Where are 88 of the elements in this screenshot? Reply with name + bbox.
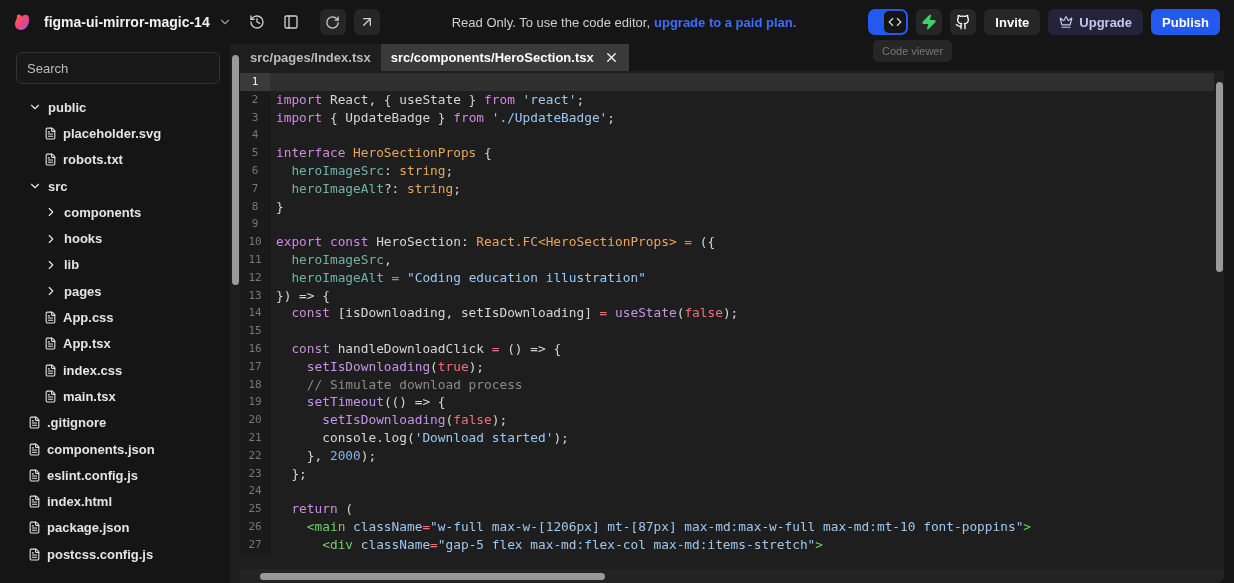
bolt-button[interactable] [916, 9, 943, 35]
publish-button[interactable]: Publish [1151, 9, 1220, 35]
code-line: const [isDownloading, setIsDownloading] = useState(false); [290, 304, 739, 323]
file-item[interactable]: index.html [28, 494, 112, 510]
file-item[interactable]: robots.txt [44, 152, 123, 168]
file-tab[interactable]: src/pages/Index.tsx [240, 44, 381, 71]
file-icon [28, 468, 41, 482]
file-icon [28, 521, 41, 535]
code-line: heroImageAlt = "Coding education illustration" [290, 268, 646, 287]
folder-item[interactable]: src [28, 178, 68, 194]
file-icon [28, 442, 41, 456]
github-button[interactable] [950, 9, 977, 35]
code-line: interface HeroSectionProps { [275, 144, 492, 162]
file-tab[interactable]: src/components/HeroSection.tsx [380, 44, 629, 71]
search-field[interactable]: Search [16, 52, 220, 84]
code-line: heroImageSrc: string; [290, 162, 454, 180]
upgrade-link[interactable]: upgrade to a paid plan. [654, 14, 797, 30]
code-line: <div className="gap-5 flex max-md:flex-col max-md:items-stretch"> [321, 535, 824, 554]
code-line: }) => { [275, 286, 330, 305]
crown-icon [1059, 15, 1074, 29]
line-number: 1 [240, 73, 270, 91]
sidebar-scrollbar[interactable] [230, 44, 240, 583]
file-item[interactable]: index.css [44, 362, 123, 378]
file-icon [44, 337, 57, 351]
sidebar-panel-icon [282, 14, 299, 30]
refresh-icon [325, 14, 341, 30]
code-line: return ( [290, 500, 354, 518]
folder-item[interactable]: pages [44, 283, 102, 299]
file-icon [28, 547, 41, 561]
external-link-button[interactable] [353, 9, 380, 35]
code-icon [888, 15, 903, 29]
file-item[interactable]: package.json [28, 520, 130, 536]
code-line: setIsDownloading(false); [321, 411, 508, 429]
code-line: setTimeout(() => { [305, 393, 446, 412]
file-icon [44, 153, 57, 167]
history-icon [248, 14, 265, 30]
file-icon [44, 389, 57, 403]
code-line: } [275, 197, 284, 216]
horizontal-scrollbar[interactable] [240, 569, 1224, 583]
file-item[interactable]: eslint.config.js [28, 467, 138, 483]
code-view-toggle[interactable] [868, 9, 909, 35]
project-menu[interactable]: figma-ui-mirror-magic-14 [40, 14, 236, 30]
line-number: 24 [240, 482, 270, 501]
file-item[interactable]: App.css [44, 310, 114, 325]
folder-item[interactable]: hooks [44, 231, 103, 247]
file-item[interactable]: main.tsx [44, 388, 116, 404]
file-icon [44, 363, 57, 377]
line-number: 5 [240, 144, 270, 162]
file-item[interactable]: .gitignore [28, 415, 107, 431]
file-item[interactable]: placeholder.svg [44, 125, 162, 141]
upgrade-button[interactable]: Upgrade [1048, 9, 1144, 35]
code-line: const handleDownloadClick = () => { [290, 339, 562, 358]
code-line: heroImageAlt?: string; [290, 179, 461, 198]
bolt-icon [921, 14, 938, 30]
line-number: 25 [240, 500, 270, 518]
code-line: import { UpdateBadge } from './UpdateBadge'; [275, 108, 616, 127]
invite-button[interactable]: Invite [984, 9, 1041, 35]
github-icon [955, 14, 972, 30]
file-item[interactable]: App.tsx [44, 336, 111, 352]
code-line: }, 2000); [305, 446, 377, 465]
code-line: console.log('Download started'); [321, 428, 569, 447]
tooltip: Code viewer [873, 40, 953, 62]
folder-item[interactable]: components [44, 204, 142, 220]
code-line: // Simulate download process [305, 375, 523, 394]
code-line: <main className="w-full max-w-[1206px] mt-[87px] max-md:max-w-full max-md:mt-10 font-poppins"> [305, 517, 1032, 536]
folder-item[interactable]: lib [44, 257, 80, 273]
line-number: 9 [240, 215, 270, 234]
code-line: setIsDownloading(true); [305, 357, 485, 376]
line-number: 4 [240, 126, 270, 145]
refresh-button[interactable] [319, 9, 346, 35]
code-line: import React, { useState } from 'react'; [275, 90, 585, 109]
line-number: 19 [240, 393, 270, 412]
file-icon [28, 495, 41, 509]
file-item[interactable]: postcss.config.js [28, 546, 154, 562]
file-icon [28, 416, 41, 430]
line-number: 15 [240, 322, 270, 340]
logo-icon [14, 13, 32, 31]
code-line: }; [290, 464, 307, 483]
file-item[interactable]: components.json [28, 441, 155, 457]
line-number: 14 [240, 304, 270, 323]
line-number: 20 [240, 411, 270, 429]
folder-item[interactable]: public [28, 99, 87, 115]
file-icon [44, 126, 57, 140]
read-only-notice: Read Only. To use the code editor, [451, 14, 650, 30]
code-line: heroImageSrc, [290, 250, 392, 269]
code-line: export const HeroSection: React.FC<HeroSectionProps> = ({ [275, 233, 716, 251]
line-number: 10 [240, 233, 270, 251]
file-icon [44, 311, 57, 324]
